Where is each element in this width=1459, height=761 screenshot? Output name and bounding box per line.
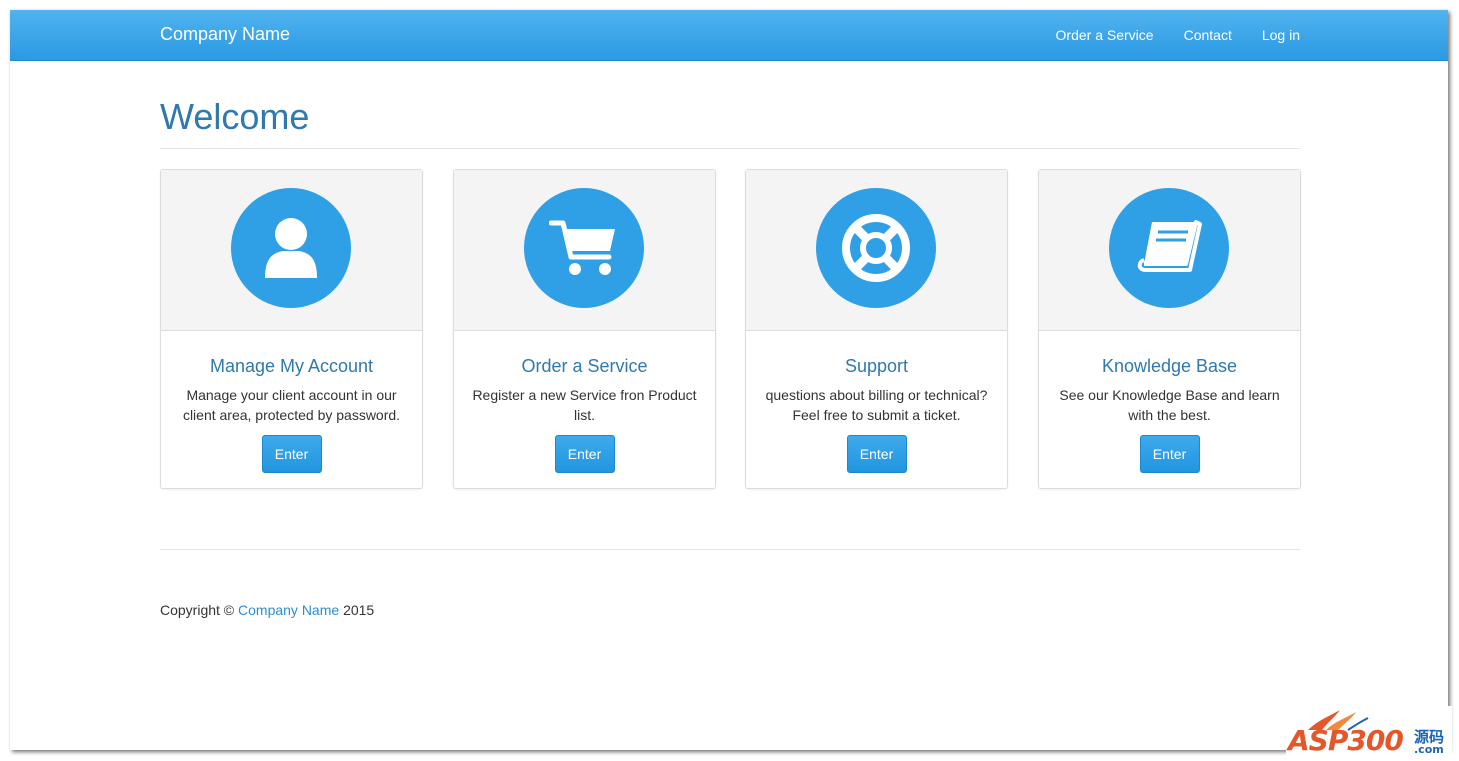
card-body: Order a Service Register a new Service f… (454, 331, 715, 488)
card-text: See our Knowledge Base and learn with th… (1059, 387, 1280, 423)
enter-button[interactable]: Enter (846, 435, 907, 473)
icon-circle (816, 188, 936, 308)
life-ring-icon (842, 214, 910, 282)
divider (160, 549, 1300, 550)
card-title[interactable]: Order a Service (472, 355, 697, 377)
card-support: Support questions about billing or techn… (745, 169, 1008, 489)
nav-login[interactable]: Log in (1262, 27, 1300, 43)
nav-contact[interactable]: Contact (1184, 27, 1232, 43)
card-title[interactable]: Knowledge Base (1057, 355, 1282, 377)
footer-company-link[interactable]: Company Name (238, 602, 339, 618)
footer-copyright: Copyright © Company Name 2015 (160, 602, 374, 618)
shopping-cart-icon (549, 220, 615, 275)
navbar: Company Name Order a Service Contact Log… (10, 10, 1448, 61)
card-knowledge-base: Knowledge Base See our Knowledge Base an… (1038, 169, 1301, 489)
nav-order-service[interactable]: Order a Service (1056, 27, 1154, 43)
watermark-text: ASP300 (1288, 724, 1404, 757)
enter-button[interactable]: Enter (554, 435, 615, 473)
card-media (454, 170, 715, 331)
user-icon (265, 218, 317, 278)
icon-circle (231, 188, 351, 308)
card-text: Manage your client account in our client… (182, 387, 401, 423)
browser-page: Company Name Order a Service Contact Log… (10, 10, 1448, 750)
card-manage-account: Manage My Account Manage your client acc… (160, 169, 423, 489)
page-title: Welcome (160, 96, 310, 137)
enter-button[interactable]: Enter (261, 435, 322, 473)
enter-button[interactable]: Enter (1139, 435, 1200, 473)
card-body: Support questions about billing or techn… (746, 331, 1007, 488)
card-body: Manage My Account Manage your client acc… (161, 331, 422, 488)
copyright-year: 2015 (343, 602, 375, 618)
card-title[interactable]: Manage My Account (179, 355, 404, 377)
card-title[interactable]: Support (764, 355, 989, 377)
icon-circle (1109, 188, 1229, 308)
icon-circle (524, 188, 644, 308)
card-media (1039, 170, 1300, 331)
copyright-prefix: Copyright © (160, 602, 235, 618)
brand-link[interactable]: Company Name (160, 24, 290, 45)
card-text: questions about billing or technical? Fe… (765, 387, 988, 423)
divider (160, 148, 1300, 149)
book-icon (1137, 220, 1202, 272)
card-media (161, 170, 422, 331)
card-body: Knowledge Base See our Knowledge Base an… (1039, 331, 1300, 488)
watermark-logo: ASP300 源码 .com (1286, 706, 1452, 758)
card-order-service: Order a Service Register a new Service f… (453, 169, 716, 489)
card-text: Register a new Service fron Product list… (472, 387, 697, 423)
nav-links: Order a Service Contact Log in (1056, 27, 1300, 43)
card-media (746, 170, 1007, 331)
watermark-domain: .com (1414, 743, 1444, 756)
